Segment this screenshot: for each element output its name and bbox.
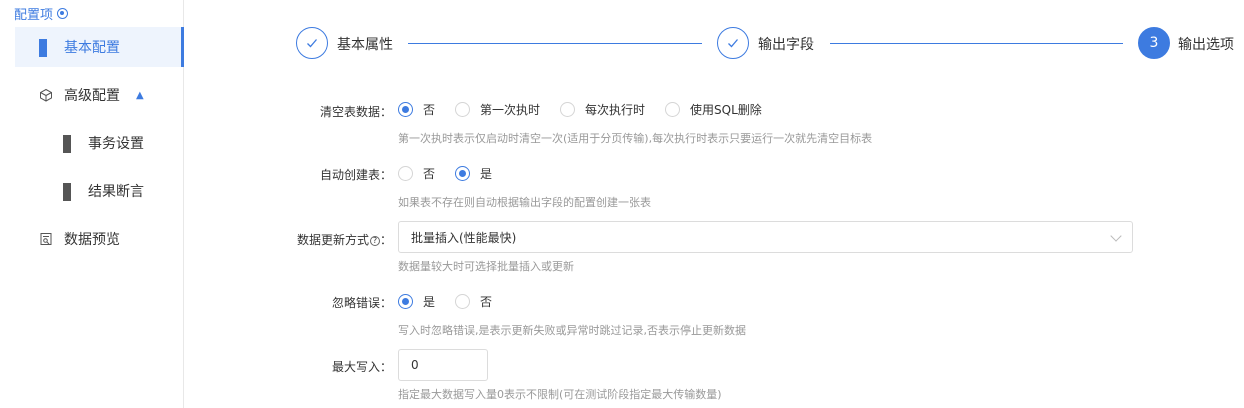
sidebar-item-label: 基本配置 bbox=[64, 40, 120, 56]
update-mode-value: 批量插入(性能最快) bbox=[411, 230, 517, 245]
max-write-label: 最大写入： bbox=[331, 360, 392, 374]
step-2-check-icon[interactable] bbox=[717, 27, 749, 59]
sidebar: 配置项 基本配置 高级配置 ▲ 事务设置 结果断言 数据预览 bbox=[0, 0, 184, 408]
sidebar-item-label: 事务设置 bbox=[88, 136, 144, 152]
auto-create-label: 自动创建表： bbox=[319, 168, 392, 182]
target-icon[interactable] bbox=[57, 8, 69, 19]
radio-ignore-yes[interactable]: 是 bbox=[398, 293, 435, 310]
auto-create-help: 如果表不存在则自动根据输出字段的配置创建一张表 bbox=[398, 196, 651, 209]
sidebar-header-label: 配置项 bbox=[14, 8, 54, 23]
sidebar-item-transaction[interactable]: 事务设置 bbox=[15, 123, 184, 163]
sidebar-item-label: 高级配置 bbox=[64, 88, 120, 104]
cube-icon bbox=[40, 88, 52, 102]
step-connector bbox=[408, 43, 702, 44]
clear-table-radio-group: 否 第一次执时 每次执行时 使用SQL删除 bbox=[398, 101, 782, 118]
radio-clear-first[interactable]: 第一次执时 bbox=[455, 101, 540, 118]
chevron-up-icon[interactable]: ▲ bbox=[136, 90, 144, 101]
radio-clear-no[interactable]: 否 bbox=[398, 101, 435, 118]
max-write-input[interactable]: 0 bbox=[398, 349, 488, 381]
sidebar-header: 配置项 bbox=[14, 4, 69, 23]
auto-create-radio-group: 否 是 bbox=[398, 165, 512, 182]
sidebar-item-advanced-config[interactable]: 高级配置 ▲ bbox=[15, 75, 184, 115]
sidebar-item-assertion[interactable]: 结果断言 bbox=[15, 171, 184, 211]
max-write-help: 指定最大数据写入量0表示不限制(可在测试阶段指定最大传输数量) bbox=[398, 388, 722, 401]
clear-table-label: 清空表数据： bbox=[319, 105, 392, 119]
update-mode-select[interactable]: 批量插入(性能最快) bbox=[398, 221, 1133, 253]
steps-bar: 基本属性 输出字段 3 输出选项 bbox=[296, 27, 1236, 59]
step-1-label[interactable]: 基本属性 bbox=[337, 34, 393, 54]
step-1-check-icon[interactable] bbox=[296, 27, 328, 59]
ignore-error-help: 写入时忽略错误,是表示更新失败或异常时跳过记录,否表示停止更新数据 bbox=[398, 324, 746, 337]
question-icon[interactable]: ? bbox=[369, 236, 380, 246]
sidebar-item-label: 数据预览 bbox=[64, 232, 120, 248]
sidebar-item-basic-config[interactable]: 基本配置 bbox=[15, 27, 184, 67]
preview-icon bbox=[40, 233, 52, 245]
step-3-number[interactable]: 3 bbox=[1138, 27, 1170, 59]
radio-auto-no[interactable]: 否 bbox=[398, 165, 435, 182]
sidebar-item-label: 结果断言 bbox=[88, 184, 144, 200]
radio-clear-each[interactable]: 每次执行时 bbox=[560, 101, 645, 118]
clear-table-help: 第一次执时表示仅启动时清空一次(适用于分页传输),每次执行时表示只要运行一次就先… bbox=[398, 132, 873, 145]
grid-icon bbox=[63, 183, 77, 201]
step-3-label[interactable]: 输出选项 bbox=[1178, 34, 1234, 54]
step-connector bbox=[830, 43, 1123, 44]
grid-icon bbox=[63, 135, 77, 153]
step-2-label[interactable]: 输出字段 bbox=[758, 34, 814, 54]
update-mode-help: 数据量较大时可选择批量插入或更新 bbox=[398, 260, 574, 273]
radio-ignore-no[interactable]: 否 bbox=[455, 293, 492, 310]
ignore-error-radio-group: 是 否 bbox=[398, 293, 512, 310]
ignore-error-label: 忽略错误： bbox=[331, 296, 392, 310]
radio-clear-sql[interactable]: 使用SQL删除 bbox=[665, 101, 762, 118]
chevron-down-icon bbox=[1110, 230, 1122, 242]
grid-icon bbox=[39, 39, 53, 57]
sidebar-item-data-preview[interactable]: 数据预览 bbox=[15, 219, 184, 259]
update-mode-label: 数据更新方式?： bbox=[296, 233, 392, 247]
radio-auto-yes[interactable]: 是 bbox=[455, 165, 492, 182]
